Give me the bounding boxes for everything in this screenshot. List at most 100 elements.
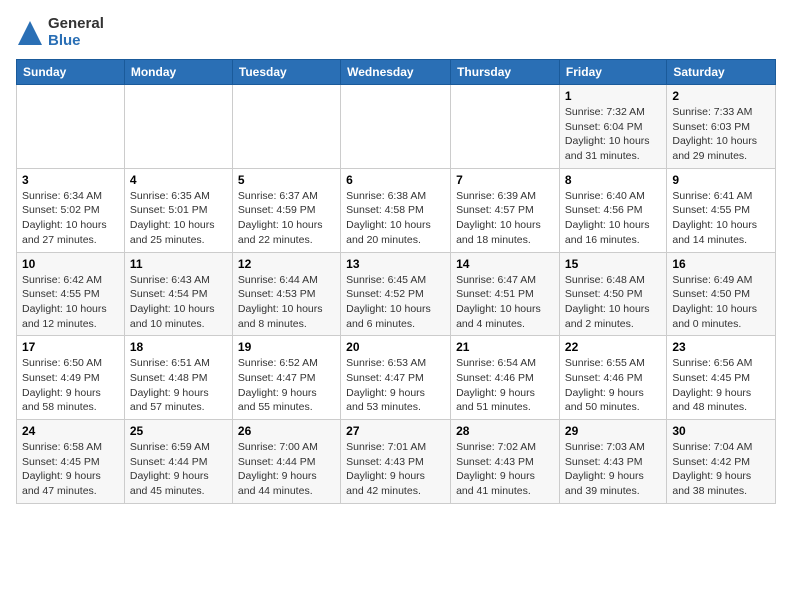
day-cell: 20Sunrise: 6:53 AM Sunset: 4:47 PM Dayli… [341, 336, 451, 420]
day-cell: 14 Sunrise: 6:47 AM Sunset: 4:51 PM Dayli… [451, 252, 560, 336]
day-cell: 13 Sunrise: 6:45 AM Sunset: 4:52 PM Dayli… [341, 252, 451, 336]
day-cell: 25 Sunrise: 6:59 AM Sunset: 4:44 PM Dayli… [124, 420, 232, 504]
header-day-sunday: Sunday [17, 60, 125, 85]
day-cell: 30Sunrise: 7:04 AM Sunset: 4:42 PM Dayli… [667, 420, 776, 504]
day-cell: 16 Sunrise: 6:49 AM Sunset: 4:50 PM Dayli… [667, 252, 776, 336]
day-cell: 19 Sunrise: 6:52 AM Sunset: 4:47 PM Dayli… [232, 336, 340, 420]
day-number: 19 [238, 340, 335, 354]
day-cell: 23Sunrise: 6:56 AM Sunset: 4:45 PM Dayli… [667, 336, 776, 420]
week-row-1: 1 Sunrise: 7:32 AM Sunset: 6:04 PM Daylig… [17, 85, 776, 169]
week-row-5: 24Sunrise: 6:58 AM Sunset: 4:45 PM Dayli… [17, 420, 776, 504]
day-cell: 28 Sunrise: 7:02 AM Sunset: 4:43 PM Dayli… [451, 420, 560, 504]
day-info: Sunrise: 6:47 AM Sunset: 4:51 PM Dayligh… [456, 273, 554, 332]
day-cell: 24Sunrise: 6:58 AM Sunset: 4:45 PM Dayli… [17, 420, 125, 504]
logo-text: General Blue [48, 16, 104, 49]
header-day-tuesday: Tuesday [232, 60, 340, 85]
day-cell: 7 Sunrise: 6:39 AM Sunset: 4:57 PM Daylig… [451, 168, 560, 252]
day-cell: 21 Sunrise: 6:54 AM Sunset: 4:46 PM Dayli… [451, 336, 560, 420]
day-info: Sunrise: 7:00 AM Sunset: 4:44 PM Dayligh… [238, 440, 335, 499]
day-cell: 17Sunrise: 6:50 AM Sunset: 4:49 PM Dayli… [17, 336, 125, 420]
header: General Blue [16, 16, 776, 49]
header-day-wednesday: Wednesday [341, 60, 451, 85]
day-info: Sunrise: 6:59 AM Sunset: 4:44 PM Dayligh… [130, 440, 227, 499]
day-number: 5 [238, 173, 335, 187]
day-info: Sunrise: 6:34 AM Sunset: 5:02 PM Dayligh… [22, 189, 119, 248]
week-row-2: 3 Sunrise: 6:34 AM Sunset: 5:02 PM Daylig… [17, 168, 776, 252]
day-cell: 12Sunrise: 6:44 AM Sunset: 4:53 PM Dayli… [232, 252, 340, 336]
day-number: 27 [346, 424, 445, 438]
day-cell [17, 85, 125, 169]
day-number: 8 [565, 173, 661, 187]
day-info: Sunrise: 6:37 AM Sunset: 4:59 PM Dayligh… [238, 189, 335, 248]
week-row-4: 17Sunrise: 6:50 AM Sunset: 4:49 PM Dayli… [17, 336, 776, 420]
day-number: 3 [22, 173, 119, 187]
day-number: 9 [672, 173, 770, 187]
day-info: Sunrise: 6:49 AM Sunset: 4:50 PM Dayligh… [672, 273, 770, 332]
day-info: Sunrise: 6:58 AM Sunset: 4:45 PM Dayligh… [22, 440, 119, 499]
header-day-monday: Monday [124, 60, 232, 85]
day-info: Sunrise: 6:52 AM Sunset: 4:47 PM Dayligh… [238, 356, 335, 415]
day-info: Sunrise: 6:54 AM Sunset: 4:46 PM Dayligh… [456, 356, 554, 415]
day-info: Sunrise: 6:44 AM Sunset: 4:53 PM Dayligh… [238, 273, 335, 332]
day-info: Sunrise: 7:33 AM Sunset: 6:03 PM Dayligh… [672, 105, 770, 164]
day-info: Sunrise: 7:03 AM Sunset: 4:43 PM Dayligh… [565, 440, 661, 499]
day-cell [232, 85, 340, 169]
day-number: 4 [130, 173, 227, 187]
day-cell: 4 Sunrise: 6:35 AM Sunset: 5:01 PM Daylig… [124, 168, 232, 252]
day-number: 23 [672, 340, 770, 354]
day-number: 6 [346, 173, 445, 187]
day-cell: 3 Sunrise: 6:34 AM Sunset: 5:02 PM Daylig… [17, 168, 125, 252]
day-info: Sunrise: 6:38 AM Sunset: 4:58 PM Dayligh… [346, 189, 445, 248]
day-number: 16 [672, 257, 770, 271]
week-row-3: 10Sunrise: 6:42 AM Sunset: 4:55 PM Dayli… [17, 252, 776, 336]
day-info: Sunrise: 6:51 AM Sunset: 4:48 PM Dayligh… [130, 356, 227, 415]
day-info: Sunrise: 7:02 AM Sunset: 4:43 PM Dayligh… [456, 440, 554, 499]
day-cell: 26 Sunrise: 7:00 AM Sunset: 4:44 PM Dayli… [232, 420, 340, 504]
day-info: Sunrise: 6:43 AM Sunset: 4:54 PM Dayligh… [130, 273, 227, 332]
day-info: Sunrise: 6:41 AM Sunset: 4:55 PM Dayligh… [672, 189, 770, 248]
day-cell: 9 Sunrise: 6:41 AM Sunset: 4:55 PM Daylig… [667, 168, 776, 252]
day-number: 28 [456, 424, 554, 438]
day-info: Sunrise: 6:39 AM Sunset: 4:57 PM Dayligh… [456, 189, 554, 248]
day-cell: 6 Sunrise: 6:38 AM Sunset: 4:58 PM Daylig… [341, 168, 451, 252]
day-number: 13 [346, 257, 445, 271]
day-info: Sunrise: 7:01 AM Sunset: 4:43 PM Dayligh… [346, 440, 445, 499]
day-number: 2 [672, 89, 770, 103]
day-number: 17 [22, 340, 119, 354]
day-cell: 29 Sunrise: 7:03 AM Sunset: 4:43 PM Dayli… [559, 420, 666, 504]
day-cell: 8 Sunrise: 6:40 AM Sunset: 4:56 PM Daylig… [559, 168, 666, 252]
day-number: 14 [456, 257, 554, 271]
day-info: Sunrise: 6:40 AM Sunset: 4:56 PM Dayligh… [565, 189, 661, 248]
logo-general: General [48, 16, 104, 33]
day-cell: 15 Sunrise: 6:48 AM Sunset: 4:50 PM Dayli… [559, 252, 666, 336]
day-number: 20 [346, 340, 445, 354]
day-number: 11 [130, 257, 227, 271]
day-number: 25 [130, 424, 227, 438]
day-info: Sunrise: 6:55 AM Sunset: 4:46 PM Dayligh… [565, 356, 661, 415]
header-row: SundayMondayTuesdayWednesdayThursdayFrid… [17, 60, 776, 85]
calendar-table: SundayMondayTuesdayWednesdayThursdayFrid… [16, 59, 776, 504]
header-day-saturday: Saturday [667, 60, 776, 85]
day-number: 26 [238, 424, 335, 438]
day-cell: 27 Sunrise: 7:01 AM Sunset: 4:43 PM Dayli… [341, 420, 451, 504]
day-cell [341, 85, 451, 169]
day-number: 18 [130, 340, 227, 354]
day-number: 30 [672, 424, 770, 438]
day-number: 1 [565, 89, 661, 103]
day-number: 29 [565, 424, 661, 438]
day-info: Sunrise: 6:48 AM Sunset: 4:50 PM Dayligh… [565, 273, 661, 332]
logo-triangle-icon [16, 19, 44, 47]
day-cell: 1 Sunrise: 7:32 AM Sunset: 6:04 PM Daylig… [559, 85, 666, 169]
day-info: Sunrise: 6:45 AM Sunset: 4:52 PM Dayligh… [346, 273, 445, 332]
day-cell: 5 Sunrise: 6:37 AM Sunset: 4:59 PM Daylig… [232, 168, 340, 252]
day-cell: 2 Sunrise: 7:33 AM Sunset: 6:03 PM Daylig… [667, 85, 776, 169]
day-number: 10 [22, 257, 119, 271]
day-number: 21 [456, 340, 554, 354]
day-cell [124, 85, 232, 169]
day-info: Sunrise: 6:35 AM Sunset: 5:01 PM Dayligh… [130, 189, 227, 248]
day-cell [451, 85, 560, 169]
day-info: Sunrise: 7:32 AM Sunset: 6:04 PM Dayligh… [565, 105, 661, 164]
header-day-friday: Friday [559, 60, 666, 85]
day-number: 7 [456, 173, 554, 187]
day-number: 15 [565, 257, 661, 271]
